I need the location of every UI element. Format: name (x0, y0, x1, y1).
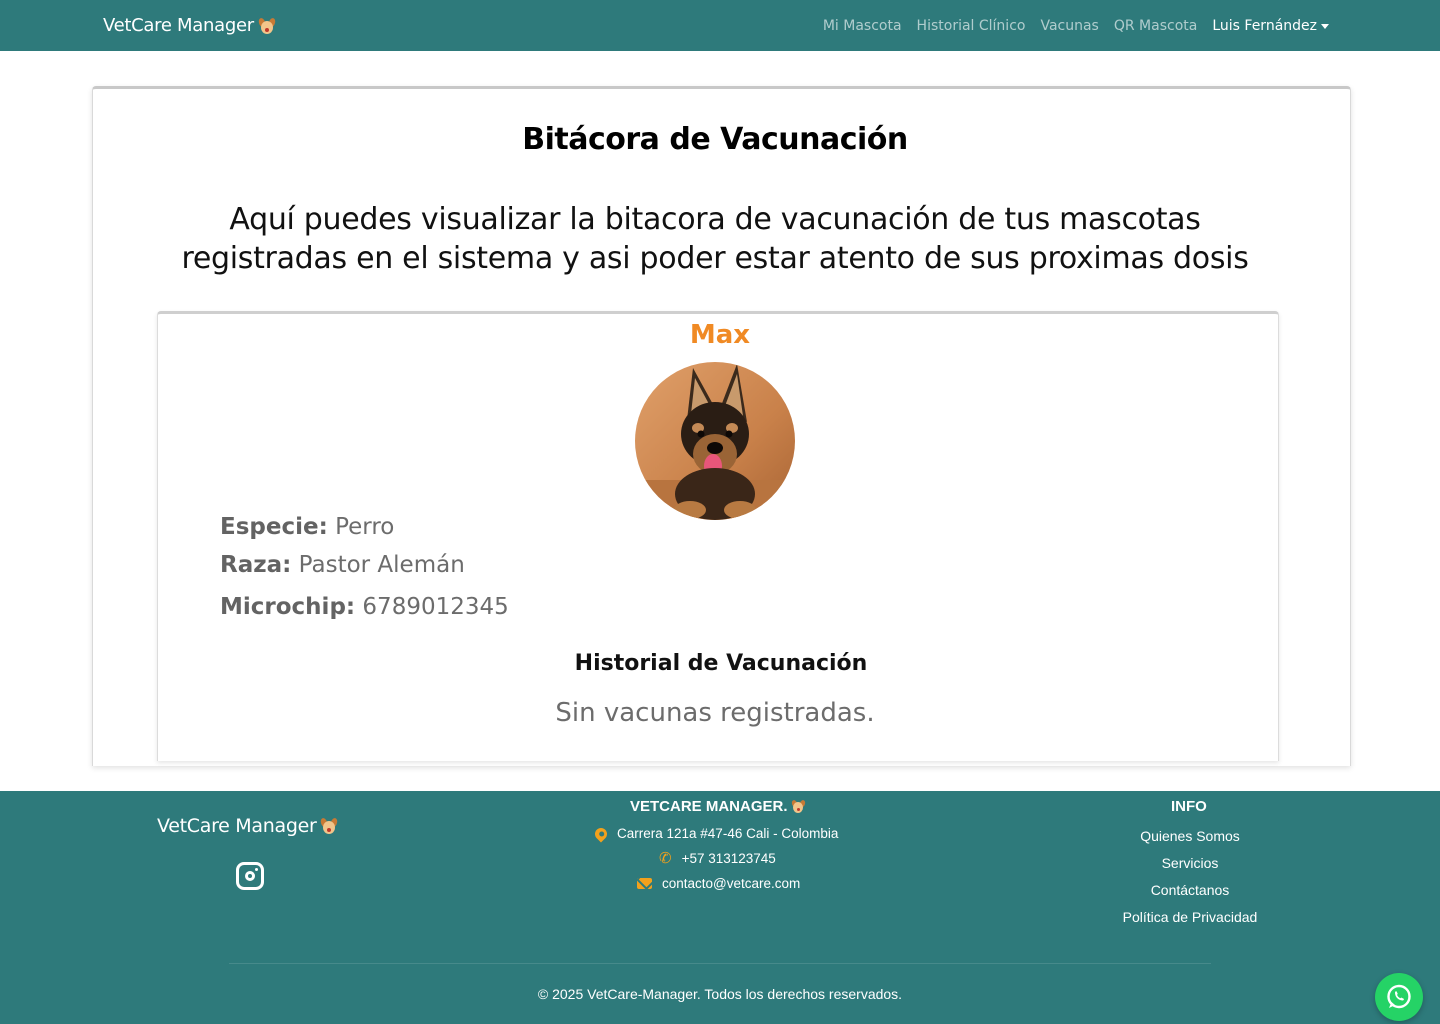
footer-info-title: INFO (1171, 798, 1207, 815)
whatsapp-icon (1387, 984, 1411, 1009)
nav-link-mi-mascota[interactable]: Mi Mascota (823, 18, 902, 34)
pet-especie: Especie: Perro (220, 514, 394, 540)
puppy-emoji-icon (790, 799, 806, 814)
footer-address-text: Carrera 121a #47-46 Cali - Colombia (617, 826, 839, 841)
pet-raza: Raza: Pastor Alemán (220, 552, 465, 578)
footer-copyright: © 2025 VetCare-Manager. Todos los derech… (537, 986, 903, 1002)
whatsapp-button[interactable] (1375, 973, 1423, 1021)
pet-photo (635, 362, 795, 520)
especie-label: Especie: (220, 514, 328, 540)
map-pin-icon (592, 825, 610, 842)
microchip-value: 6789012345 (362, 594, 509, 620)
puppy-emoji-icon (257, 16, 277, 35)
footer-brand-name: VetCare Manager (157, 815, 317, 837)
user-name[interactable]: Luis Fernández (1212, 18, 1317, 34)
puppy-emoji-icon (320, 817, 339, 835)
page-description: Aquí puedes visualizar la bitacora de va… (181, 202, 1249, 276)
footer-link-politica-privacidad[interactable]: Política de Privacidad (1100, 909, 1280, 927)
footer-company-title: VETCARE MANAGER. (630, 798, 806, 815)
footer-email-text[interactable]: contacto@vetcare.com (662, 876, 800, 891)
envelope-icon (637, 878, 652, 889)
footer-company-title-text: VETCARE MANAGER. (630, 798, 788, 815)
vaccination-history-title: Historial de Vacunación (574, 651, 868, 676)
footer-email: contacto@vetcare.com (637, 876, 800, 891)
footer-phone: ✆ +57 313123745 (659, 851, 776, 866)
phone-icon: ✆ (659, 850, 672, 867)
pet-name: Max (689, 320, 751, 350)
raza-label: Raza: (220, 552, 292, 578)
caret-down-icon[interactable] (1321, 24, 1329, 29)
nav-link-qr-mascota[interactable]: QR Mascota (1114, 18, 1197, 34)
brand-logo[interactable]: VetCare Manager (103, 15, 277, 36)
footer-info-links: Quienes Somos Servicios Contáctanos Polí… (1100, 828, 1280, 936)
nav-link-vacunas[interactable]: Vacunas (1040, 18, 1098, 34)
footer-address: Carrera 121a #47-46 Cali - Colombia (592, 825, 839, 842)
footer-link-quienes-somos[interactable]: Quienes Somos (1100, 828, 1280, 846)
especie-value: Perro (335, 514, 395, 540)
footer-link-servicios[interactable]: Servicios (1100, 855, 1280, 873)
nav-links: Mi Mascota Historial Clínico Vacunas QR … (823, 18, 1329, 34)
dog-photo-image (635, 362, 795, 520)
vaccination-empty-message: Sin vacunas registradas. (555, 698, 875, 728)
page-title: Bitácora de Vacunación (522, 122, 908, 157)
footer: VetCare Manager VETCARE MANAGER. Carrera… (0, 791, 1440, 1024)
footer-brand: VetCare Manager (157, 815, 339, 837)
footer-phone-text: +57 313123745 (681, 851, 776, 866)
brand-name[interactable]: VetCare Manager (103, 15, 254, 36)
user-menu-dropdown[interactable]: Luis Fernández (1212, 18, 1329, 34)
microchip-label: Microchip: (220, 594, 356, 620)
raza-value: Pastor Alemán (298, 552, 465, 578)
instagram-icon[interactable] (236, 862, 264, 890)
top-navbar: VetCare Manager Mi Mascota Historial Clí… (0, 0, 1440, 51)
footer-divider (229, 963, 1211, 964)
nav-link-historial-clinico[interactable]: Historial Clínico (917, 18, 1026, 34)
footer-link-contactanos[interactable]: Contáctanos (1100, 882, 1280, 900)
pet-microchip: Microchip: 6789012345 (220, 594, 509, 620)
